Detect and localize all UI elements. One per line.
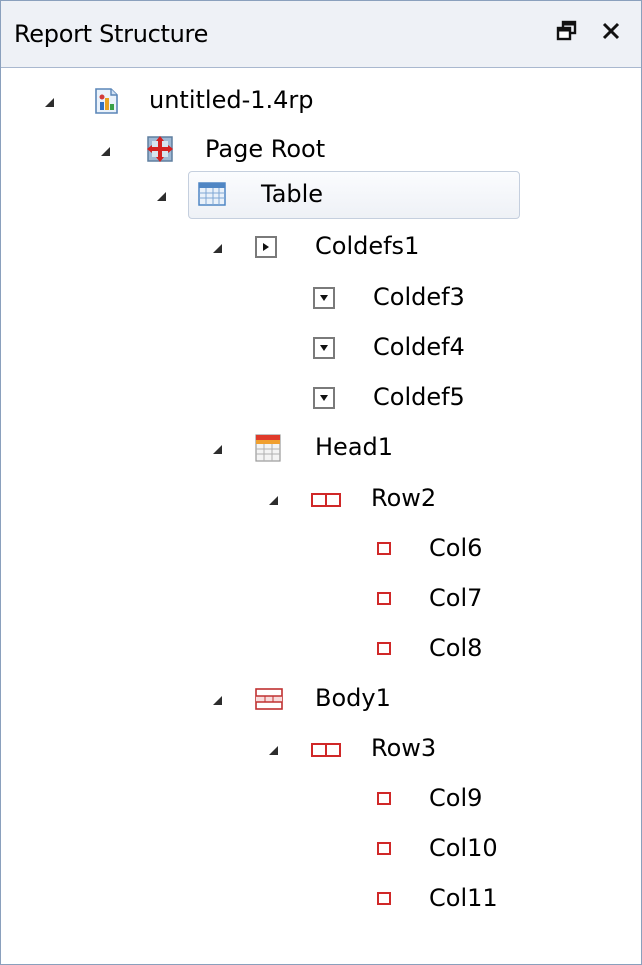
tree-node-col9[interactable]: Col9 [1, 777, 641, 821]
coldef-icon [313, 387, 335, 409]
tree-node-col11[interactable]: Col11 [1, 877, 641, 921]
report-file-icon [93, 87, 121, 119]
cell-icon [377, 892, 391, 905]
tree-node-head1[interactable]: Head1 [1, 426, 641, 470]
tree-node-label: Row2 [371, 484, 437, 512]
expand-toggle-icon[interactable] [269, 746, 278, 755]
tree-node-label: Coldef3 [373, 283, 465, 311]
tree-node-row2[interactable]: Row2 [1, 477, 641, 521]
table-body-icon [255, 688, 283, 714]
tree-node-label: Col6 [429, 534, 483, 562]
cell-icon [377, 642, 391, 655]
coldefs-icon [255, 236, 277, 258]
expand-toggle-icon[interactable] [213, 244, 222, 253]
expand-toggle-icon[interactable] [101, 147, 110, 156]
tree-node-label: Head1 [315, 433, 394, 461]
tree-node-label: untitled-1.4rp [149, 86, 314, 114]
tree-node-label: Coldefs1 [315, 232, 420, 260]
row-icon [311, 742, 341, 761]
report-structure-panel: Report Structure untitled-1.4rp Page Roo… [0, 0, 642, 965]
expand-toggle-icon[interactable] [157, 192, 166, 201]
tree-node-label: Col7 [429, 584, 483, 612]
coldef-icon [313, 337, 335, 359]
row-icon [311, 492, 341, 511]
tree-node-label: Col11 [429, 884, 498, 912]
expand-toggle-icon[interactable] [213, 696, 222, 705]
tree-node-label: Page Root [205, 135, 326, 163]
tree-node-label: Coldef4 [373, 333, 465, 361]
tree-node-label: Col10 [429, 834, 498, 862]
tree-node-coldef3[interactable]: Coldef3 [1, 276, 641, 320]
expand-toggle-icon[interactable] [269, 496, 278, 505]
tree-node-row3[interactable]: Row3 [1, 727, 641, 771]
tree-node-coldef4[interactable]: Coldef4 [1, 326, 641, 370]
coldef-icon [313, 287, 335, 309]
expand-toggle-icon[interactable] [213, 445, 222, 454]
tree-node-col7[interactable]: Col7 [1, 577, 641, 621]
cell-icon [377, 792, 391, 805]
tree-node-label: Coldef5 [373, 383, 465, 411]
expand-toggle-icon[interactable] [45, 98, 54, 107]
tree-node-col8[interactable]: Col8 [1, 627, 641, 671]
tree-node-coldef5[interactable]: Coldef5 [1, 376, 641, 420]
table-icon [198, 182, 226, 210]
tree-node-page-root[interactable]: Page Root [1, 128, 641, 172]
table-header-icon [255, 434, 281, 466]
tree-node-col6[interactable]: Col6 [1, 527, 641, 571]
tree-node-label: Body1 [315, 684, 391, 712]
structure-tree: untitled-1.4rp Page Root Table Coldefs1 … [1, 68, 641, 964]
tree-node-coldefs1[interactable]: Coldefs1 [1, 225, 641, 269]
cell-icon [377, 842, 391, 855]
tree-node-label: Col9 [429, 784, 483, 812]
panel-title: Report Structure [14, 20, 209, 48]
tree-node-table[interactable]: Table [1, 172, 641, 216]
page-root-icon [145, 134, 175, 168]
tree-node-label: Col8 [429, 634, 483, 662]
cell-icon [377, 592, 391, 605]
tree-node-col10[interactable]: Col10 [1, 827, 641, 871]
tree-node-label: Row3 [371, 734, 437, 762]
tree-node-report[interactable]: untitled-1.4rp [1, 79, 641, 123]
cell-icon [377, 542, 391, 555]
tree-node-body1[interactable]: Body1 [1, 677, 641, 721]
tree-node-label: Table [261, 180, 324, 208]
panel-titlebar: Report Structure [1, 1, 641, 68]
restore-window-icon[interactable] [553, 16, 581, 46]
close-icon[interactable] [597, 16, 625, 46]
